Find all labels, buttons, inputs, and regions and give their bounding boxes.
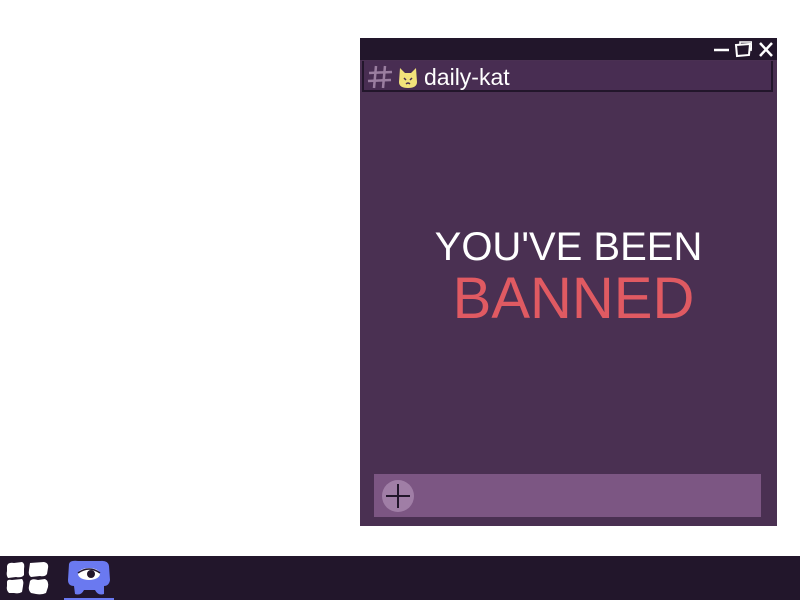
hash-icon <box>367 64 393 90</box>
message-input[interactable] <box>422 478 756 514</box>
ban-status: BANNED <box>452 266 695 331</box>
chat-app-icon[interactable] <box>64 558 114 600</box>
minimize-icon[interactable] <box>712 40 730 58</box>
window-titlebar[interactable] <box>360 38 777 60</box>
taskbar <box>0 556 800 600</box>
plus-circle-icon[interactable] <box>381 479 415 513</box>
channel-name: daily-kat <box>424 64 510 90</box>
chat-window: daily-kat YOU'VE BEEN BANNED <box>360 38 777 526</box>
channel-header: daily-kat <box>362 61 773 92</box>
message-composer <box>374 474 761 517</box>
close-icon[interactable] <box>757 40 775 58</box>
cat-face-icon <box>397 64 419 90</box>
ban-heading: YOU'VE BEEN <box>434 225 703 269</box>
maximize-icon[interactable] <box>734 40 752 58</box>
desktop: daily-kat YOU'VE BEEN BANNED <box>0 0 800 600</box>
start-menu-icon[interactable] <box>4 560 52 596</box>
